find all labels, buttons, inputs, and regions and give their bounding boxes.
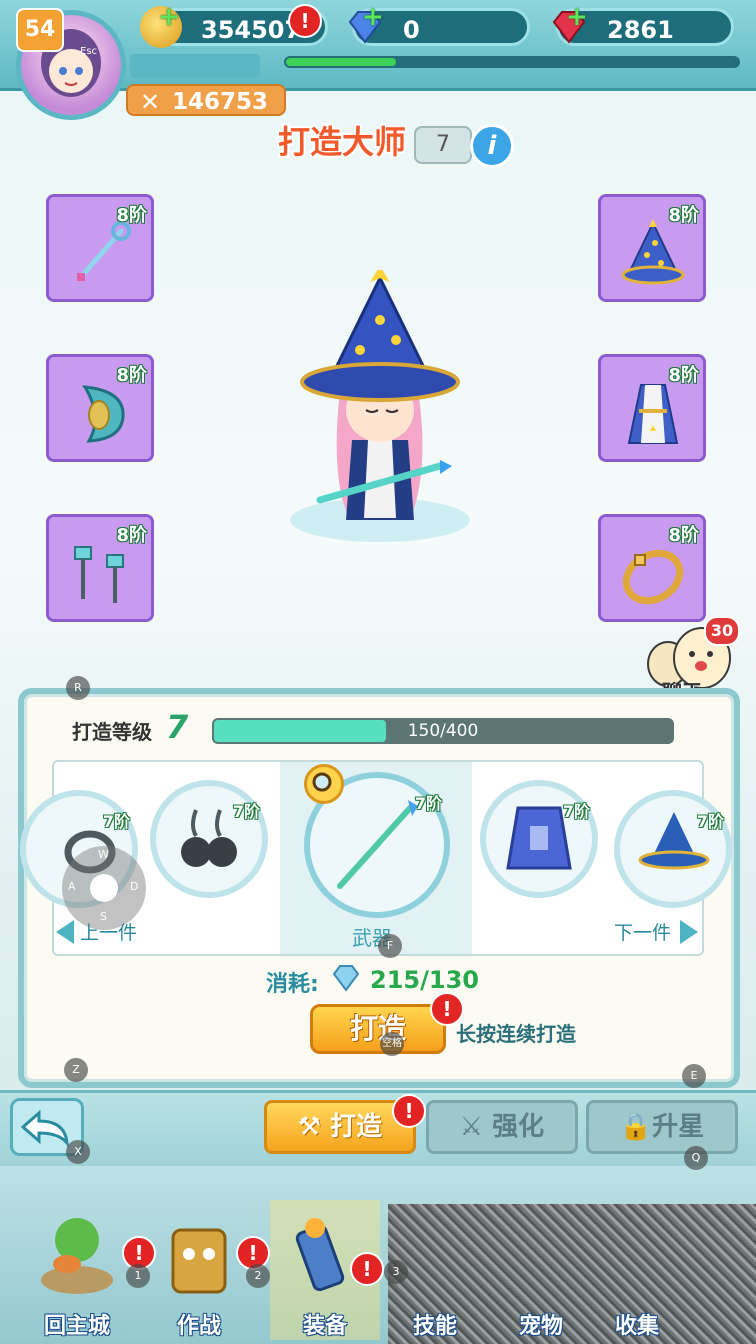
battle-totem-icon [171, 1228, 227, 1294]
slot-tier: 8阶 [668, 525, 699, 546]
slot-robe[interactable]: 8阶 [598, 354, 706, 462]
nav-home-label: 回主城 [43, 1314, 110, 1339]
forge-level-label: 打造等级 [72, 720, 152, 744]
diamond-icon[interactable]: + [344, 2, 386, 48]
nav-skills-label: 技能 [412, 1314, 457, 1339]
nav-collect[interactable]: 收集 [582, 1200, 692, 1340]
prev-arrow-icon[interactable] [56, 920, 74, 944]
robe-icon [627, 384, 679, 444]
add-diamond-icon[interactable]: + [362, 2, 384, 32]
nav-home[interactable]: 回主城 [22, 1200, 132, 1340]
cost-label: 消耗: [266, 972, 319, 997]
nav-battle[interactable]: 作战 [144, 1200, 254, 1340]
combat-power-value: 146753 [172, 89, 269, 115]
nav-collect-label: 收集 [614, 1314, 659, 1339]
nav-pets[interactable]: 宠物 [486, 1200, 596, 1340]
anvil-icon: ⚒ [297, 1112, 331, 1142]
combat-power: ✕ 146753 [126, 84, 286, 116]
carousel-tier: 7阶 [696, 812, 724, 831]
next-arrow-icon[interactable] [680, 920, 698, 944]
joystick-knob[interactable] [90, 874, 118, 902]
key-hint-3: 3 [384, 1260, 408, 1284]
tab-forge-alert-icon: ! [392, 1094, 426, 1128]
carousel-tier: 7阶 [102, 812, 130, 831]
tab-enhance-label: 强化 [492, 1112, 545, 1142]
shield-icon [82, 385, 125, 443]
carousel-tier: 7阶 [232, 802, 260, 821]
tab-star-up[interactable]: 🔒升星 [586, 1100, 738, 1154]
info-button[interactable]: i [470, 124, 514, 168]
bracelet-icon [622, 549, 684, 605]
cannon-icon [295, 1218, 345, 1292]
next-item-button[interactable]: 下一件 [614, 918, 671, 945]
carousel-tier: 7阶 [562, 802, 590, 821]
magnifier-icon[interactable] [304, 764, 344, 804]
key-hint-d: D [130, 880, 139, 893]
tab-enhance[interactable]: ⚔ 强化 [426, 1100, 578, 1154]
slot-hat[interactable]: 8阶 [598, 194, 706, 302]
key-hint-r: R [66, 676, 90, 700]
slot-tier: 8阶 [668, 365, 699, 386]
key-hint-w: W [98, 848, 109, 861]
staff-icon [77, 221, 131, 281]
carousel-item-earrings[interactable]: 7阶 [150, 780, 268, 898]
nav-pets-label: 宠物 [518, 1314, 563, 1339]
forge-level-value: 7 [166, 708, 189, 746]
earrings-icon [74, 546, 124, 603]
cost-value: 215/130 [370, 966, 479, 994]
slot-earrings[interactable]: 8阶 [46, 514, 154, 622]
key-hint-x: X [66, 1140, 90, 1164]
tab-forge-label: 打造 [330, 1112, 383, 1142]
crystal-icon [332, 965, 360, 992]
slot-tier: 8阶 [116, 205, 147, 226]
key-hint-2: 2 [246, 1264, 270, 1288]
ruby-value: 2861 [607, 16, 674, 44]
slot-tier: 8阶 [116, 365, 147, 386]
tab-star-up-label: 升星 [652, 1112, 705, 1142]
forge-progress-text: 150/400 [407, 721, 479, 741]
carousel-item-robe[interactable]: 7阶 [480, 780, 598, 898]
esc-hint-label: Esc [80, 46, 98, 57]
key-hint-f: F [378, 934, 402, 958]
chat-unread-badge: 30 [704, 616, 740, 646]
crossed-swords-icon: ✕ [140, 88, 161, 116]
key-hint-a: A [68, 880, 76, 893]
master-level: 7 [414, 126, 472, 164]
gold-coin-icon[interactable]: + [140, 2, 182, 48]
nav-equipment-label: 装备 [302, 1314, 347, 1339]
nav-equipment-alert-icon: ! [350, 1252, 384, 1286]
hero-character [290, 270, 470, 542]
carousel-item-hat[interactable]: 7阶 [614, 790, 732, 908]
key-hint-space: 空格 [380, 1032, 404, 1056]
hold-to-forge-hint: 长按连续打造 [456, 1022, 576, 1046]
home-island-icon [41, 1218, 113, 1294]
experience-bar-fill [286, 58, 396, 66]
sword-icon: ⚔ [459, 1112, 493, 1142]
slot-bracelet[interactable]: 8阶 [598, 514, 706, 622]
key-hint-z: Z [64, 1058, 88, 1082]
key-hint-s: S [100, 910, 107, 923]
carousel-tier: 7阶 [414, 794, 442, 813]
ruby-icon[interactable]: + [548, 2, 590, 48]
slot-tier: 8阶 [668, 205, 699, 226]
player-name-blurred [130, 54, 260, 78]
nav-battle-label: 作战 [176, 1314, 221, 1339]
add-gold-icon[interactable]: + [158, 2, 180, 32]
forge-button[interactable]: 打造 [310, 1004, 446, 1054]
page-title: 打造大师 [278, 123, 407, 161]
player-level-badge: 54 [16, 8, 64, 52]
gold-value: 354507 [201, 16, 302, 44]
key-hint-1: 1 [126, 1264, 150, 1288]
add-ruby-icon[interactable]: + [566, 2, 588, 32]
slot-tier: 8阶 [116, 525, 147, 546]
diamond-value: 0 [403, 16, 420, 44]
lock-icon: 🔒 [619, 1112, 653, 1142]
gold-alert-icon: ! [288, 4, 322, 38]
wizard-hat-icon [621, 219, 685, 285]
slot-shield[interactable]: 8阶 [46, 354, 154, 462]
slot-staff[interactable]: 8阶 [46, 194, 154, 302]
key-hint-e: E [682, 1064, 706, 1088]
key-hint-q: Q [684, 1146, 708, 1170]
